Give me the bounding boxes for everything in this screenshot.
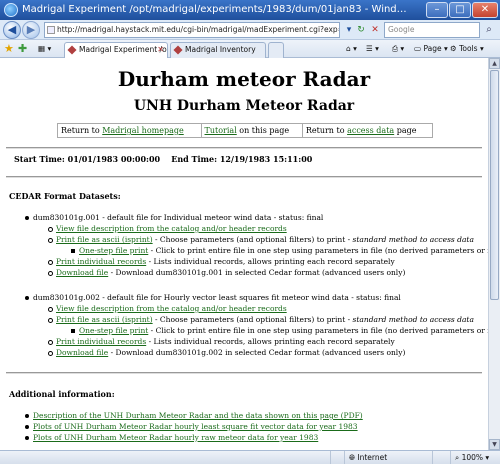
globe-icon: 🌐︎ (349, 453, 355, 462)
download-file-link[interactable]: Download file (56, 348, 108, 357)
divider (6, 372, 482, 374)
view-description-link[interactable]: View file description from the catalog a… (56, 224, 287, 233)
least-squares-plots-link[interactable]: Plots of UNH Durham Meteor Radar hourly … (33, 422, 358, 431)
url-input[interactable]: http://madrigal.haystack.mit.edu/cgi-bin… (44, 22, 340, 38)
list-item: Print file as ascii (isprint) - Choose p… (48, 235, 474, 244)
one-step-print-link[interactable]: One-step file print (79, 326, 148, 335)
download-file-link[interactable]: Download file (56, 268, 108, 277)
tools-menu[interactable]: ⚙ Tools ▾ (450, 43, 484, 55)
list-item: Print file as ascii (isprint) - Choose p… (48, 315, 474, 324)
dataset-header: dum830101g.002 - default file for Hourly… (25, 293, 401, 302)
page-title: Durham meteor Radar (117, 67, 371, 91)
page-subtitle: UNH Durham Meteor Radar (133, 98, 355, 114)
page-icon (47, 26, 55, 34)
tab-madrigal-experiment[interactable]: Madrigal Experiment /opt/... ✕ (64, 42, 168, 58)
print-records-link[interactable]: Print individual records (56, 257, 146, 266)
favorites-star-icon[interactable]: ★ (4, 42, 14, 55)
madrigal-homepage-link[interactable]: Madrigal homepage (102, 126, 184, 135)
page-menu[interactable]: ▭ Page ▾ (414, 43, 448, 55)
zoom-level[interactable]: ⌕ 100% ▾ (450, 451, 500, 464)
view-description-link[interactable]: View file description from the catalog a… (56, 304, 287, 313)
print-ascii-link[interactable]: Print file as ascii (isprint) (56, 235, 153, 244)
divider (6, 176, 482, 178)
stop-icon[interactable]: ✕ (368, 23, 382, 37)
maximize-button[interactable]: □ (449, 2, 471, 18)
home-icon[interactable]: ⌂ ▾ (346, 43, 357, 55)
list-item: Print individual records - Lists individ… (48, 257, 395, 266)
security-zone[interactable]: 🌐︎ Internet (344, 451, 432, 464)
search-icon[interactable]: ⌕ (482, 23, 496, 37)
print-ascii-link[interactable]: Print file as ascii (isprint) (56, 315, 153, 324)
refresh-icon[interactable]: ↻ (354, 23, 368, 37)
madrigal-tab-icon (67, 45, 77, 55)
madrigal-tab-icon (173, 45, 183, 55)
tab-close-icon[interactable]: ✕ (157, 43, 164, 57)
back-button[interactable]: ◀ (3, 21, 21, 39)
list-item: View file description from the catalog a… (48, 224, 287, 234)
minimize-button[interactable]: – (426, 2, 448, 18)
list-item: One-step file print - Click to print ent… (70, 246, 488, 256)
feeds-icon[interactable]: ☰ ▾ (366, 43, 379, 55)
list-item: One-step file print - Click to print ent… (70, 326, 488, 336)
list-item: Print individual records - Lists individ… (48, 337, 395, 346)
scroll-down-arrow-icon[interactable]: ▼ (489, 439, 500, 450)
description-pdf-link[interactable]: Description of the UNH Durham Meteor Rad… (33, 411, 363, 420)
scroll-thumb[interactable] (490, 70, 499, 300)
search-input[interactable]: Google (384, 22, 480, 38)
divider (6, 147, 482, 149)
scroll-up-arrow-icon[interactable]: ▲ (489, 58, 500, 69)
tab-madrigal-inventory[interactable]: Madrigal Inventory (170, 42, 266, 58)
list-item: Download file - Download dum830101g.002 … (47, 348, 406, 357)
list-item: Plots of UNH Durham Meteor Radar hourly … (24, 433, 318, 443)
raw-meteor-plots-link[interactable]: Plots of UNH Durham Meteor Radar hourly … (33, 433, 318, 442)
nav-cell-home: Return to Madrigal homepage (57, 123, 202, 138)
ie-logo-icon (4, 3, 18, 17)
nav-table: Return to Madrigal homepage Tutorial on … (57, 123, 434, 138)
status-segment (330, 451, 344, 464)
protected-mode-icon[interactable] (432, 451, 450, 464)
forward-button[interactable]: ▶ (22, 21, 40, 39)
quick-tabs-icon[interactable]: ▦ ▾ (38, 43, 51, 55)
print-records-link[interactable]: Print individual records (56, 337, 146, 346)
experiment-time-range: Start Time: 01/01/1983 00:00:00 End Time… (14, 154, 313, 164)
list-item: Download file - Download dum830101g.001 … (47, 268, 406, 277)
window-title: Madrigal Experiment /opt/madrigal/experi… (22, 4, 412, 15)
add-favorites-icon[interactable]: ✚ (18, 42, 27, 55)
window-titlebar: Madrigal Experiment /opt/madrigal/experi… (0, 0, 500, 20)
list-item: Description of the UNH Durham Meteor Rad… (25, 411, 363, 421)
page-content: Durham meteor Radar UNH Durham Meteor Ra… (0, 58, 488, 450)
zoom-icon: ⌕ (455, 453, 460, 462)
address-bar: ◀ ▶ http://madrigal.haystack.mit.edu/cgi… (0, 20, 500, 40)
list-item: View file description from the catalog a… (48, 304, 287, 314)
vertical-scrollbar[interactable]: ▲ ▼ (488, 58, 500, 450)
tutorial-link[interactable]: Tutorial (205, 126, 237, 135)
access-data-link[interactable]: access data (347, 126, 394, 135)
status-bar: 🌐︎ Internet ⌕ 100% ▾ (0, 450, 500, 464)
nav-cell-access: Return to access data page (301, 123, 434, 138)
list-item: Plots of UNH Durham Meteor Radar hourly … (25, 422, 358, 432)
new-tab-button[interactable] (268, 42, 284, 58)
additional-heading: Additional information: (9, 389, 115, 399)
one-step-print-link[interactable]: One-step file print (79, 246, 148, 255)
close-button[interactable]: ✕ (472, 2, 498, 18)
tab-bar: ★ ✚ ▦ ▾ Madrigal Experiment /opt/... ✕ M… (0, 40, 500, 58)
nav-cell-tutorial: Tutorial on this page (200, 123, 303, 138)
dataset-header: dum830101g.001 - default file for Indivi… (24, 213, 324, 222)
cedar-heading: CEDAR Format Datasets: (9, 191, 121, 201)
print-icon[interactable]: ⎙ ▾ (392, 43, 404, 55)
